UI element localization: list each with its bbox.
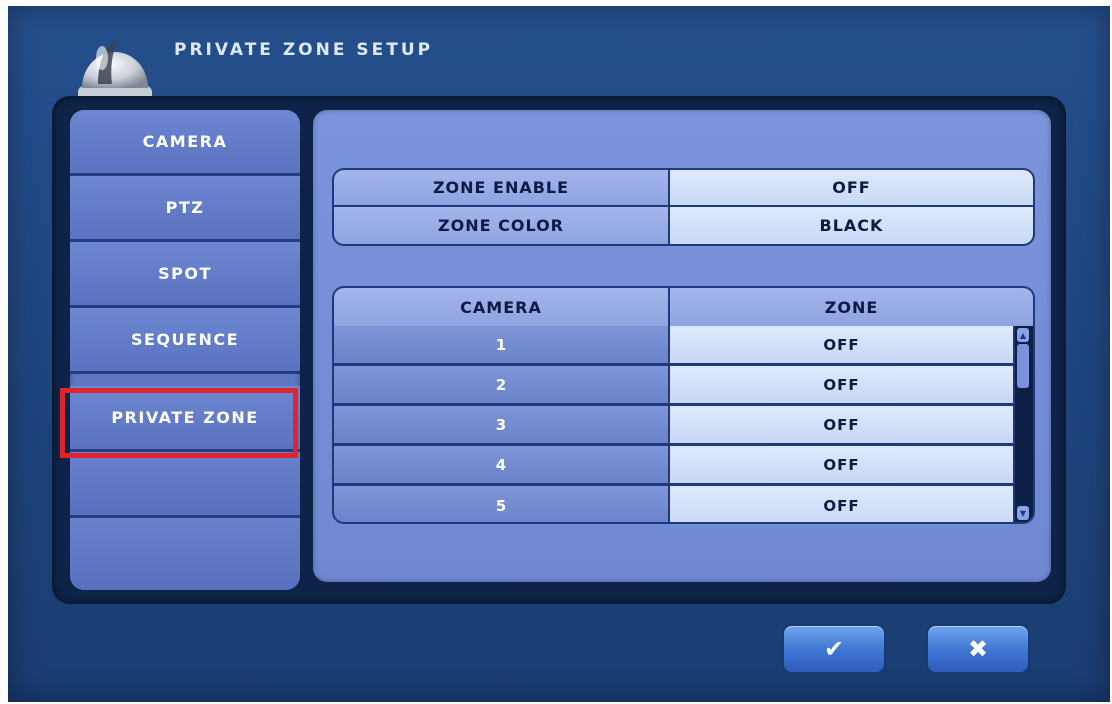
camera-zone-table: CAMERA ZONE 1 OFF 2 OFF 3 OFF 4 OFF 5 OF…: [332, 286, 1035, 524]
scroll-down-icon[interactable]: ▼: [1017, 506, 1029, 520]
sidebar-item-empty: [70, 452, 300, 518]
table-scrollbar[interactable]: ▲ ▼: [1015, 326, 1033, 522]
zone-value[interactable]: OFF: [670, 326, 1013, 363]
sidebar: CAMERA PTZ SPOT SEQUENCE PRIVATE ZONE: [70, 110, 300, 590]
sidebar-item-label: PTZ: [165, 198, 205, 217]
cancel-button[interactable]: ✖: [928, 626, 1028, 672]
zone-settings-table: ZONE ENABLE OFF ZONE COLOR BLACK: [332, 168, 1035, 246]
close-icon: ✖: [967, 635, 989, 663]
column-header-zone: ZONE: [670, 288, 1033, 326]
zone-color-label: ZONE COLOR: [334, 207, 670, 244]
sidebar-item-sequence[interactable]: SEQUENCE: [70, 308, 300, 374]
sidebar-item-empty: [70, 518, 300, 590]
zone-value[interactable]: OFF: [670, 406, 1013, 443]
scroll-up-icon[interactable]: ▲: [1017, 328, 1029, 342]
table-row[interactable]: 4 OFF: [334, 446, 1033, 486]
checkmark-icon: ✔: [823, 635, 845, 663]
camera-number: 4: [334, 446, 670, 483]
camera-number: 5: [334, 486, 670, 522]
column-header-camera: CAMERA: [334, 288, 670, 326]
sidebar-item-spot[interactable]: SPOT: [70, 242, 300, 308]
camera-number: 3: [334, 406, 670, 443]
page-title: PRIVATE ZONE SETUP: [174, 40, 434, 60]
zone-color-row: ZONE COLOR BLACK: [334, 207, 1033, 244]
table-row[interactable]: 3 OFF: [334, 406, 1033, 446]
zone-color-value[interactable]: BLACK: [670, 207, 1033, 244]
table-header: CAMERA ZONE: [334, 288, 1033, 326]
confirm-button[interactable]: ✔: [784, 626, 884, 672]
table-row[interactable]: 5 OFF: [334, 486, 1033, 522]
title-bar: PRIVATE ZONE SETUP: [8, 6, 1110, 110]
zone-value[interactable]: OFF: [670, 486, 1013, 522]
sidebar-item-label: CAMERA: [142, 132, 228, 151]
table-row[interactable]: 1 OFF: [334, 326, 1033, 366]
camera-number: 1: [334, 326, 670, 363]
selection-highlight: [60, 388, 298, 458]
sidebar-item-camera[interactable]: CAMERA: [70, 110, 300, 176]
scroll-thumb[interactable]: [1017, 344, 1029, 388]
zone-enable-row: ZONE ENABLE OFF: [334, 170, 1033, 207]
table-row[interactable]: 2 OFF: [334, 366, 1033, 406]
zone-value[interactable]: OFF: [670, 366, 1013, 403]
camera-number: 2: [334, 366, 670, 403]
zone-enable-value[interactable]: OFF: [670, 170, 1033, 205]
zone-enable-label: ZONE ENABLE: [334, 170, 670, 205]
zone-value[interactable]: OFF: [670, 446, 1013, 483]
sidebar-item-label: SPOT: [158, 264, 212, 283]
sidebar-item-ptz[interactable]: PTZ: [70, 176, 300, 242]
sidebar-item-label: SEQUENCE: [130, 330, 240, 349]
